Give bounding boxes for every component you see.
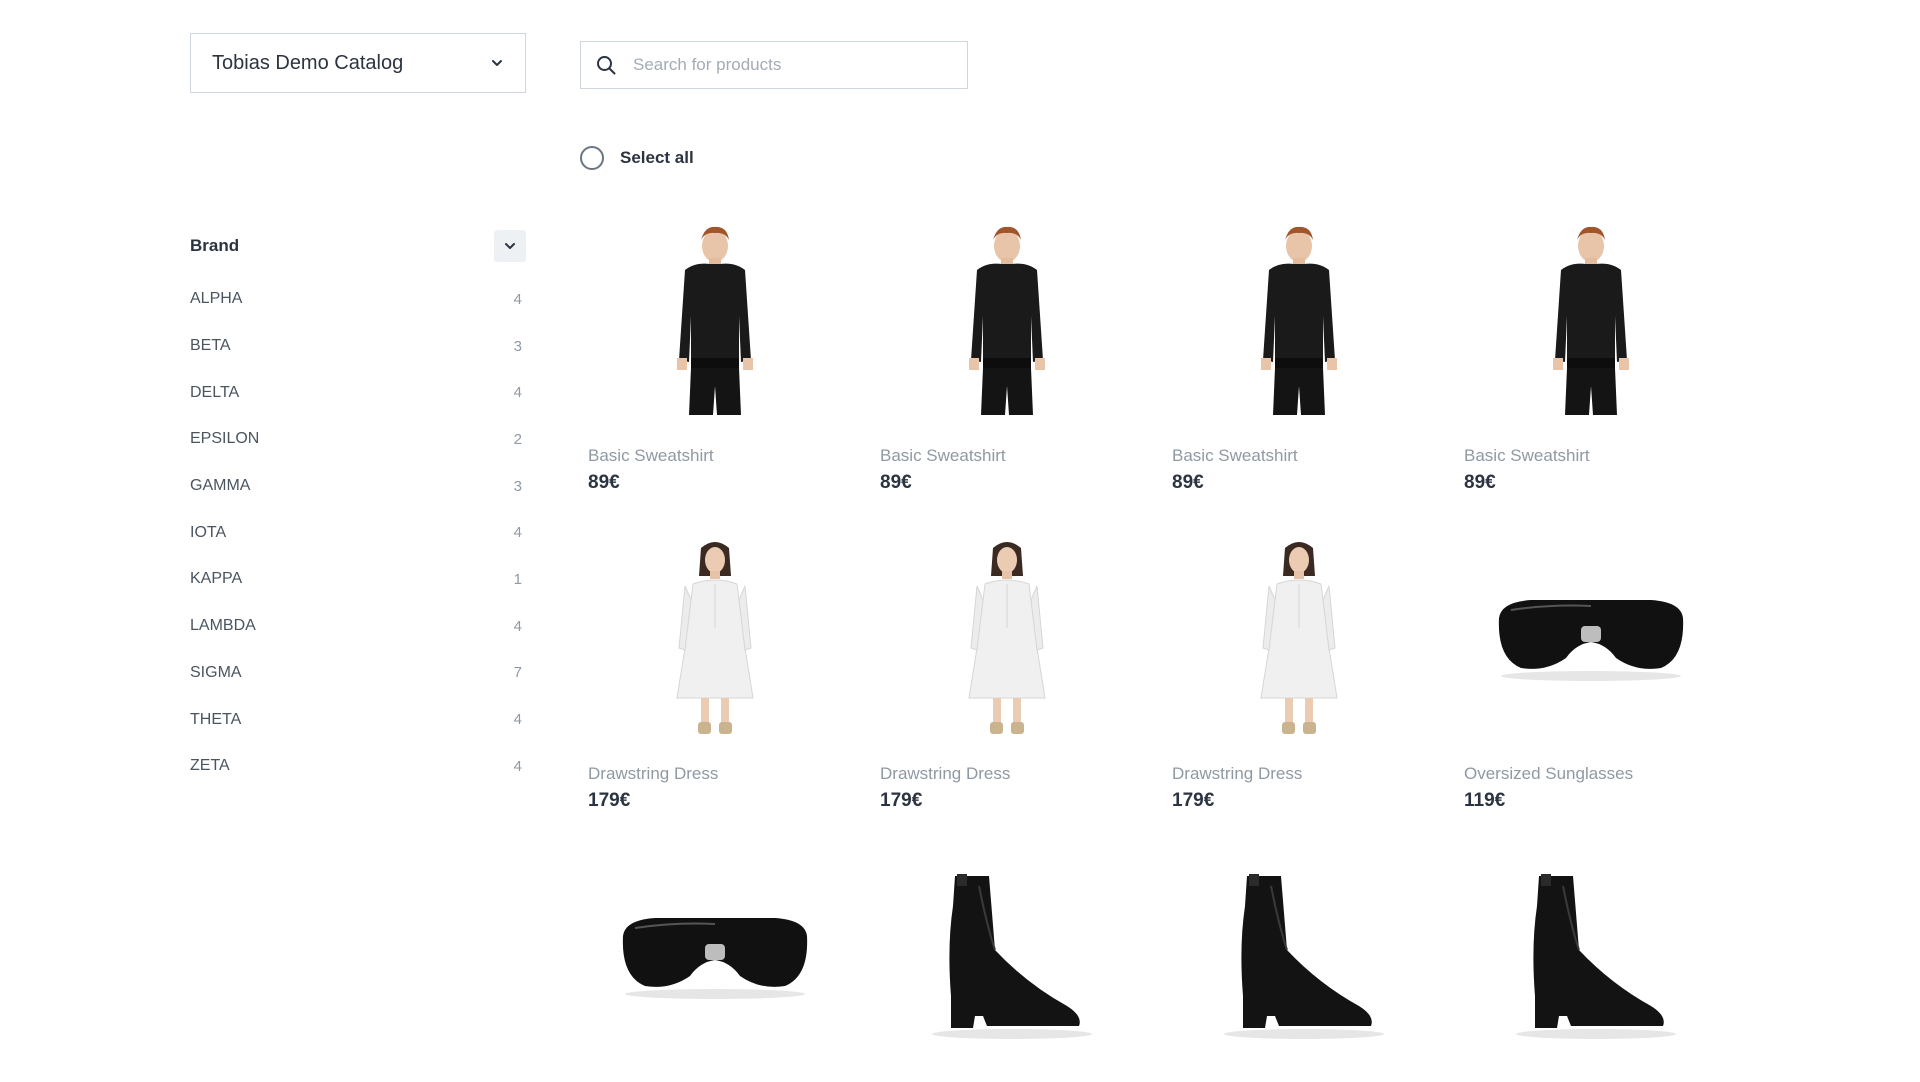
- product-image-sweatshirt: [872, 215, 1142, 425]
- product-price: 89€: [588, 472, 620, 493]
- brand-filter-count: 3: [513, 477, 522, 495]
- brand-filter-item-gamma[interactable]: GAMMA 3: [190, 463, 522, 510]
- brand-filter-count: 4: [513, 757, 522, 775]
- product-name: Basic Sweatshirt: [880, 446, 1006, 465]
- product-image-dress: [580, 533, 850, 743]
- product-card[interactable]: Drawstring Dress 179€: [1164, 533, 1434, 812]
- catalog-select-value: Tobias Demo Catalog: [212, 51, 404, 74]
- select-all-label: Select all: [620, 148, 694, 167]
- product-name: Basic Sweatshirt: [1172, 446, 1298, 465]
- chevron-down-icon: [489, 55, 505, 71]
- brand-filter-label: BETA: [190, 337, 231, 355]
- product-price: 179€: [880, 790, 923, 811]
- brand-filter-item-beta[interactable]: BETA 3: [190, 323, 522, 370]
- brand-filter-label: GAMMA: [190, 477, 251, 495]
- product-image-sunglasses: [1456, 533, 1726, 743]
- product-image-boot: [1164, 851, 1434, 1061]
- chevron-down-icon: [505, 243, 515, 249]
- brand-filter-item-zeta[interactable]: ZETA 4: [190, 743, 522, 790]
- brand-filter-item-sigma[interactable]: SIGMA 7: [190, 650, 522, 697]
- brand-filter-toggle[interactable]: [494, 230, 526, 262]
- product-card[interactable]: Basic Sweatshirt 89€: [872, 215, 1142, 494]
- product-price: 89€: [1172, 472, 1204, 493]
- select-all[interactable]: Select all: [580, 146, 694, 170]
- product-price: 89€: [880, 472, 912, 493]
- brand-filter-item-lambda[interactable]: LAMBDA 4: [190, 603, 522, 650]
- product-name: Basic Sweatshirt: [588, 446, 714, 465]
- product-card[interactable]: Drawstring Dress 179€: [580, 533, 850, 812]
- select-all-radio[interactable]: [580, 146, 604, 170]
- brand-filter-label: DELTA: [190, 383, 240, 401]
- brand-filter-label: SIGMA: [190, 663, 242, 681]
- product-name: Oversized Sunglasses: [1464, 764, 1634, 783]
- brand-filter-label: KAPPA: [190, 570, 243, 588]
- product-card[interactable]: [1456, 851, 1726, 1082]
- brand-filter-title: Brand: [190, 236, 240, 255]
- brand-filter-label: ZETA: [190, 757, 230, 775]
- brand-filter-count: 3: [513, 337, 522, 355]
- product-name: Drawstring Dress: [880, 764, 1011, 783]
- brand-filter-count: 2: [513, 430, 522, 448]
- product-price: 89€: [1464, 472, 1496, 493]
- brand-filter-header: Brand: [190, 229, 526, 263]
- brand-filter-count: 4: [513, 524, 522, 542]
- brand-filter-label: LAMBDA: [190, 617, 256, 635]
- product-price: 179€: [1172, 790, 1215, 811]
- brand-filter-item-theta[interactable]: THETA 4: [190, 696, 522, 743]
- product-price: 119€: [1464, 790, 1506, 811]
- product-image-sweatshirt: [1164, 215, 1434, 425]
- brand-filter-label: EPSILON: [190, 430, 260, 448]
- brand-filter-count: 4: [513, 290, 522, 308]
- brand-filter-count: 4: [513, 711, 522, 729]
- brand-filter-count: 7: [513, 664, 522, 682]
- product-card[interactable]: [580, 851, 850, 1082]
- product-image-boot: [872, 851, 1142, 1061]
- search-input[interactable]: [631, 54, 953, 76]
- product-image-dress: [872, 533, 1142, 743]
- product-name: Basic Sweatshirt: [1464, 446, 1590, 465]
- product-image-sunglasses: [580, 851, 850, 1061]
- brand-filter-list: ALPHA 4 BETA 3 DELTA 4 EPSILON 2 GAMMA 3 IOTA 4 KAPP…: [190, 276, 522, 790]
- product-card[interactable]: Basic Sweatshirt 89€: [1164, 215, 1434, 494]
- product-card[interactable]: Basic Sweatshirt 89€: [580, 215, 850, 494]
- product-card[interactable]: [1164, 851, 1434, 1082]
- brand-filter-count: 1: [513, 570, 522, 588]
- brand-filter-label: THETA: [190, 710, 242, 728]
- brand-filter-count: 4: [513, 617, 522, 635]
- product-image-sweatshirt: [1456, 215, 1726, 425]
- brand-filter-label: ALPHA: [190, 290, 243, 308]
- search-icon: [595, 54, 617, 76]
- product-price: 179€: [588, 790, 631, 811]
- brand-filter-item-kappa[interactable]: KAPPA 1: [190, 556, 522, 603]
- brand-filter-item-epsilon[interactable]: EPSILON 2: [190, 416, 522, 463]
- brand-filter-item-alpha[interactable]: ALPHA 4: [190, 276, 522, 323]
- product-card[interactable]: Oversized Sunglasses 119€: [1456, 533, 1726, 812]
- brand-filter-item-iota[interactable]: IOTA 4: [190, 509, 522, 556]
- brand-filter-count: 4: [513, 384, 522, 402]
- product-card[interactable]: [872, 851, 1142, 1082]
- product-image-boot: [1456, 851, 1726, 1061]
- brand-filter-label: IOTA: [190, 523, 227, 541]
- product-image-sweatshirt: [580, 215, 850, 425]
- product-card[interactable]: Drawstring Dress 179€: [872, 533, 1142, 812]
- brand-filter-item-delta[interactable]: DELTA 4: [190, 369, 522, 416]
- search-box[interactable]: [580, 41, 968, 89]
- product-card[interactable]: Basic Sweatshirt 89€: [1456, 215, 1726, 494]
- product-name: Drawstring Dress: [588, 764, 719, 783]
- product-name: Drawstring Dress: [1172, 764, 1303, 783]
- product-image-dress: [1164, 533, 1434, 743]
- catalog-select[interactable]: Tobias Demo Catalog: [190, 33, 526, 93]
